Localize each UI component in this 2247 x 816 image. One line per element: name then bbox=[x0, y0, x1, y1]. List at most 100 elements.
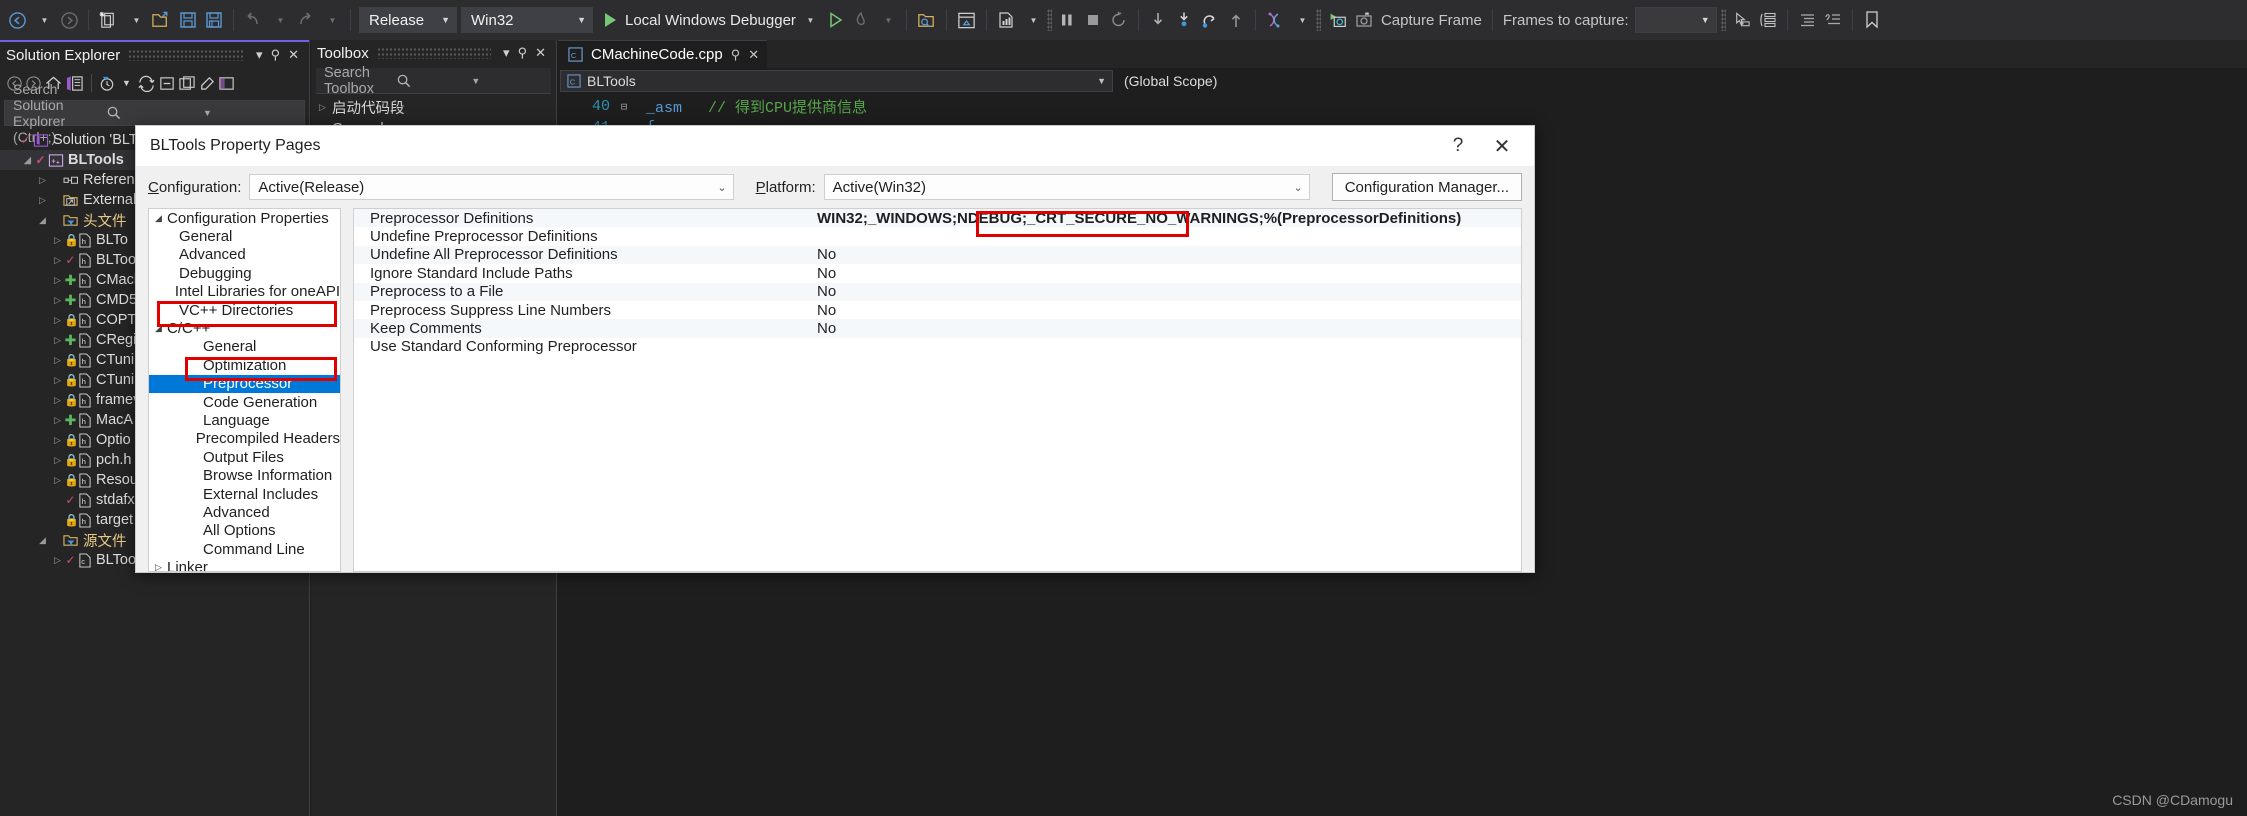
expander-icon[interactable]: ▷ bbox=[51, 255, 64, 266]
dialog-nav-item[interactable]: Advanced bbox=[149, 503, 340, 521]
dialog-nav-item[interactable]: Debugging bbox=[149, 264, 340, 282]
expander-icon[interactable]: ◢ bbox=[155, 213, 167, 224]
attach-to-process-icon[interactable] bbox=[913, 5, 940, 35]
solution-platform-combo[interactable]: Win32 ▼ bbox=[461, 7, 593, 33]
navigate-forward-button[interactable] bbox=[56, 5, 82, 35]
help-icon[interactable]: ? bbox=[1436, 129, 1480, 163]
editor-scope-dropdown[interactable]: (Global Scope) bbox=[1117, 70, 1447, 92]
show-all-files-icon[interactable] bbox=[178, 75, 196, 92]
pane-drag-dots[interactable] bbox=[128, 49, 244, 61]
property-row[interactable]: Undefine Preprocessor Definitions bbox=[354, 227, 1521, 245]
solution-configuration-combo[interactable]: Release ▼ bbox=[359, 7, 457, 33]
new-project-icon[interactable] bbox=[95, 5, 122, 35]
property-row[interactable]: Preprocess to a FileNo bbox=[354, 283, 1521, 301]
expander-icon[interactable]: ▷ bbox=[51, 355, 64, 366]
indent-lines-icon[interactable] bbox=[1794, 5, 1820, 35]
expander-icon[interactable]: ▷ bbox=[51, 375, 64, 386]
property-value[interactable]: No bbox=[809, 320, 836, 337]
expander-icon[interactable]: ▷ bbox=[155, 562, 167, 572]
open-file-icon[interactable] bbox=[148, 5, 175, 35]
expander-icon[interactable]: ▷ bbox=[51, 475, 64, 486]
collapse-region-icon[interactable]: ⊟ bbox=[610, 100, 638, 114]
property-value[interactable]: No bbox=[809, 283, 836, 300]
solution-explorer-search[interactable]: Search Solution Explorer (Ctrl+;) ▼ bbox=[4, 100, 305, 126]
restart-icon[interactable] bbox=[1106, 5, 1132, 35]
stop-debugging-icon[interactable] bbox=[1080, 5, 1106, 35]
dialog-nav-item[interactable]: Preprocessor bbox=[149, 375, 340, 393]
step-over-icon[interactable] bbox=[1171, 5, 1197, 35]
expander-icon[interactable]: ▷ bbox=[36, 175, 49, 186]
dialog-nav-item[interactable]: ◢C/C++ bbox=[149, 319, 340, 337]
properties-icon[interactable] bbox=[198, 75, 216, 92]
toolbar-grip[interactable] bbox=[1047, 9, 1052, 31]
editor-tab-cmachinecode[interactable]: C CMachineCode.cpp ⚲ ✕ bbox=[558, 40, 767, 68]
dialog-nav-item[interactable]: ▷Linker bbox=[149, 558, 340, 572]
dialog-nav-item[interactable]: Output Files bbox=[149, 448, 340, 466]
diagnostic-tools-icon[interactable] bbox=[993, 5, 1019, 35]
debug-target-dropdown[interactable]: ▼ bbox=[796, 5, 822, 35]
hot-reload-dropdown[interactable]: ▼ bbox=[874, 5, 900, 35]
search-icon[interactable] bbox=[106, 105, 199, 121]
property-value[interactable]: No bbox=[809, 246, 836, 263]
redo-dropdown[interactable]: ▼ bbox=[318, 5, 344, 35]
dialog-nav-item[interactable]: Command Line bbox=[149, 540, 340, 558]
property-grid[interactable]: Preprocessor DefinitionsWIN32;_WINDOWS;N… bbox=[353, 208, 1522, 572]
expander-icon[interactable]: ▷ bbox=[51, 455, 64, 466]
expander-icon[interactable]: ◢ bbox=[36, 215, 49, 226]
diagnostic-dropdown[interactable]: ▼ bbox=[1019, 5, 1045, 35]
frames-to-capture-combo[interactable]: ▼ bbox=[1635, 7, 1717, 33]
redo-icon[interactable] bbox=[292, 5, 318, 35]
property-row[interactable]: Preprocessor DefinitionsWIN32;_WINDOWS;N… bbox=[354, 209, 1521, 227]
start-debug-icon[interactable] bbox=[595, 5, 621, 35]
threads-dropdown[interactable]: ▼ bbox=[1288, 5, 1314, 35]
code-line[interactable]: 40⊟_asm// 得到CPU提供商信息 bbox=[558, 96, 2247, 117]
toolbox-search[interactable]: Search Toolbox ▼ bbox=[316, 68, 551, 94]
live-share-icon[interactable] bbox=[953, 5, 980, 35]
property-value[interactable]: No bbox=[809, 302, 836, 319]
undo-icon[interactable] bbox=[240, 5, 266, 35]
property-row[interactable]: Ignore Standard Include PathsNo bbox=[354, 264, 1521, 282]
start-without-debugging-icon[interactable] bbox=[822, 5, 848, 35]
close-icon[interactable]: ✕ bbox=[1480, 129, 1524, 163]
step-into-icon[interactable] bbox=[1145, 5, 1171, 35]
toolbar-grip-2[interactable] bbox=[1316, 9, 1321, 31]
pane-drag-dots[interactable] bbox=[377, 47, 491, 59]
editor-project-dropdown[interactable]: C BLTools ▼ bbox=[560, 70, 1113, 92]
dialog-nav-item[interactable]: Precompiled Headers bbox=[149, 430, 340, 448]
expander-icon[interactable]: ▷ bbox=[51, 555, 64, 566]
platform-dropdown[interactable]: Active(Win32) ⌄ bbox=[824, 174, 1310, 200]
expander-icon[interactable]: ▷ bbox=[51, 335, 64, 346]
dialog-nav-tree[interactable]: ◢Configuration PropertiesGeneralAdvanced… bbox=[148, 208, 341, 572]
chevron-down-icon[interactable]: ▼ bbox=[199, 108, 296, 118]
pin-icon[interactable]: ⚲ bbox=[731, 47, 741, 63]
collapse-all-icon[interactable] bbox=[158, 75, 176, 92]
save-all-icon[interactable] bbox=[201, 5, 227, 35]
capture-frame-start-icon[interactable] bbox=[1323, 5, 1351, 35]
dialog-nav-item[interactable]: External Includes bbox=[149, 485, 340, 503]
dialog-nav-item[interactable]: Intel Libraries for oneAPI bbox=[149, 283, 340, 301]
chevron-down-icon[interactable]: ▼ bbox=[467, 76, 543, 86]
threads-icon[interactable] bbox=[1262, 5, 1288, 35]
configuration-dropdown[interactable]: Active(Release) ⌄ bbox=[249, 174, 733, 200]
dialog-nav-item[interactable]: General bbox=[149, 338, 340, 356]
toolbar-grip-3[interactable] bbox=[1721, 9, 1726, 31]
chevron-down-icon[interactable]: ▼ bbox=[118, 78, 135, 88]
configuration-manager-button[interactable]: Configuration Manager... bbox=[1332, 173, 1522, 201]
toolbox-item[interactable]: ▷启动代码段 bbox=[311, 96, 556, 118]
close-icon[interactable]: ✕ bbox=[531, 45, 550, 61]
expander-icon[interactable]: ◢ bbox=[36, 535, 49, 546]
dialog-nav-item[interactable]: Optimization bbox=[149, 356, 340, 374]
chevron-down-icon[interactable]: ▾ bbox=[499, 45, 514, 61]
pin-icon[interactable]: ⚲ bbox=[267, 47, 285, 63]
preview-selected-items-icon[interactable] bbox=[218, 75, 236, 92]
property-row[interactable]: Undefine All Preprocessor DefinitionsNo bbox=[354, 246, 1521, 264]
search-icon[interactable] bbox=[396, 73, 468, 89]
capture-frame-label[interactable]: Capture Frame bbox=[1377, 12, 1486, 29]
undo-dropdown[interactable]: ▼ bbox=[266, 5, 292, 35]
hot-reload-icon[interactable] bbox=[848, 5, 874, 35]
close-icon[interactable]: ✕ bbox=[748, 47, 759, 63]
expander-icon[interactable]: ◢ bbox=[21, 155, 34, 166]
select-element-icon[interactable] bbox=[1728, 5, 1755, 35]
new-project-dropdown[interactable]: ▼ bbox=[122, 5, 148, 35]
expander-icon[interactable]: ▷ bbox=[51, 295, 64, 306]
